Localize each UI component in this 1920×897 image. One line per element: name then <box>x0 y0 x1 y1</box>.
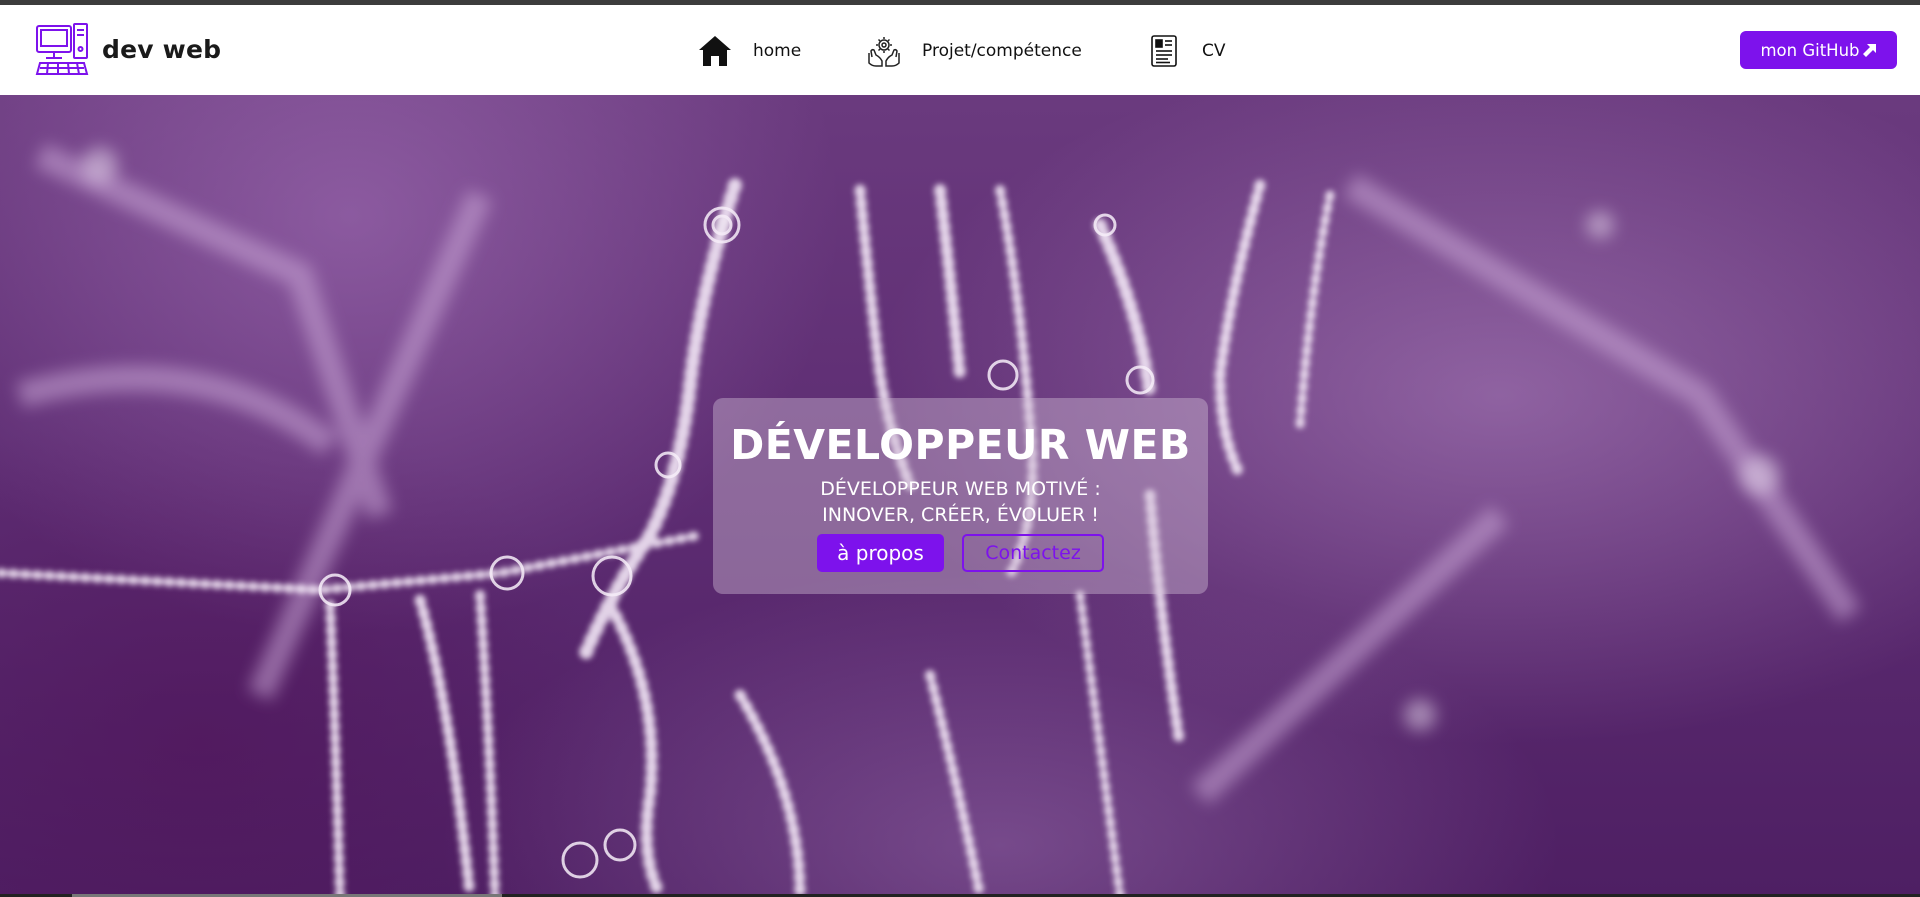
hero-subtitle: DÉVELOPPEUR WEB MOTIVÉ : INNOVER, CRÉER,… <box>820 476 1100 528</box>
navbar: dev web home Projet/compétence CV mon Gi… <box>0 5 1920 95</box>
nav-label-projets: Projet/compétence <box>922 41 1082 61</box>
nav-label-home: home <box>753 41 802 61</box>
nav-item-projets[interactable]: Projet/compétence <box>866 32 1082 70</box>
nav-item-cv[interactable]: CV <box>1146 32 1226 70</box>
home-icon <box>699 36 731 66</box>
hero-section: DÉVELOPPEUR WEB DÉVELOPPEUR WEB MOTIVÉ :… <box>0 95 1920 897</box>
hero-buttons: à propos Contactez <box>817 534 1104 572</box>
brand-name: dev web <box>102 34 222 64</box>
nav-item-home[interactable]: home <box>697 32 801 70</box>
computer-icon <box>35 23 89 75</box>
hand-gear-icon <box>868 37 900 67</box>
github-button-label: mon GitHub <box>1760 40 1860 60</box>
resume-icon <box>1151 35 1177 67</box>
hero-title: DÉVELOPPEUR WEB <box>730 421 1191 469</box>
hero-subtitle-line-2: INNOVER, CRÉER, ÉVOLUER ! <box>822 504 1099 526</box>
brand-link[interactable]: dev web <box>34 21 221 77</box>
about-button[interactable]: à propos <box>817 534 944 572</box>
hero-subtitle-line-1: DÉVELOPPEUR WEB MOTIVÉ : <box>820 478 1101 500</box>
nav-label-cv: CV <box>1202 41 1226 61</box>
github-button[interactable]: mon GitHub <box>1740 31 1897 69</box>
contact-button[interactable]: Contactez <box>962 534 1104 572</box>
hero-card: DÉVELOPPEUR WEB DÉVELOPPEUR WEB MOTIVÉ :… <box>713 398 1208 594</box>
arrow-up-right-icon <box>1862 44 1876 57</box>
